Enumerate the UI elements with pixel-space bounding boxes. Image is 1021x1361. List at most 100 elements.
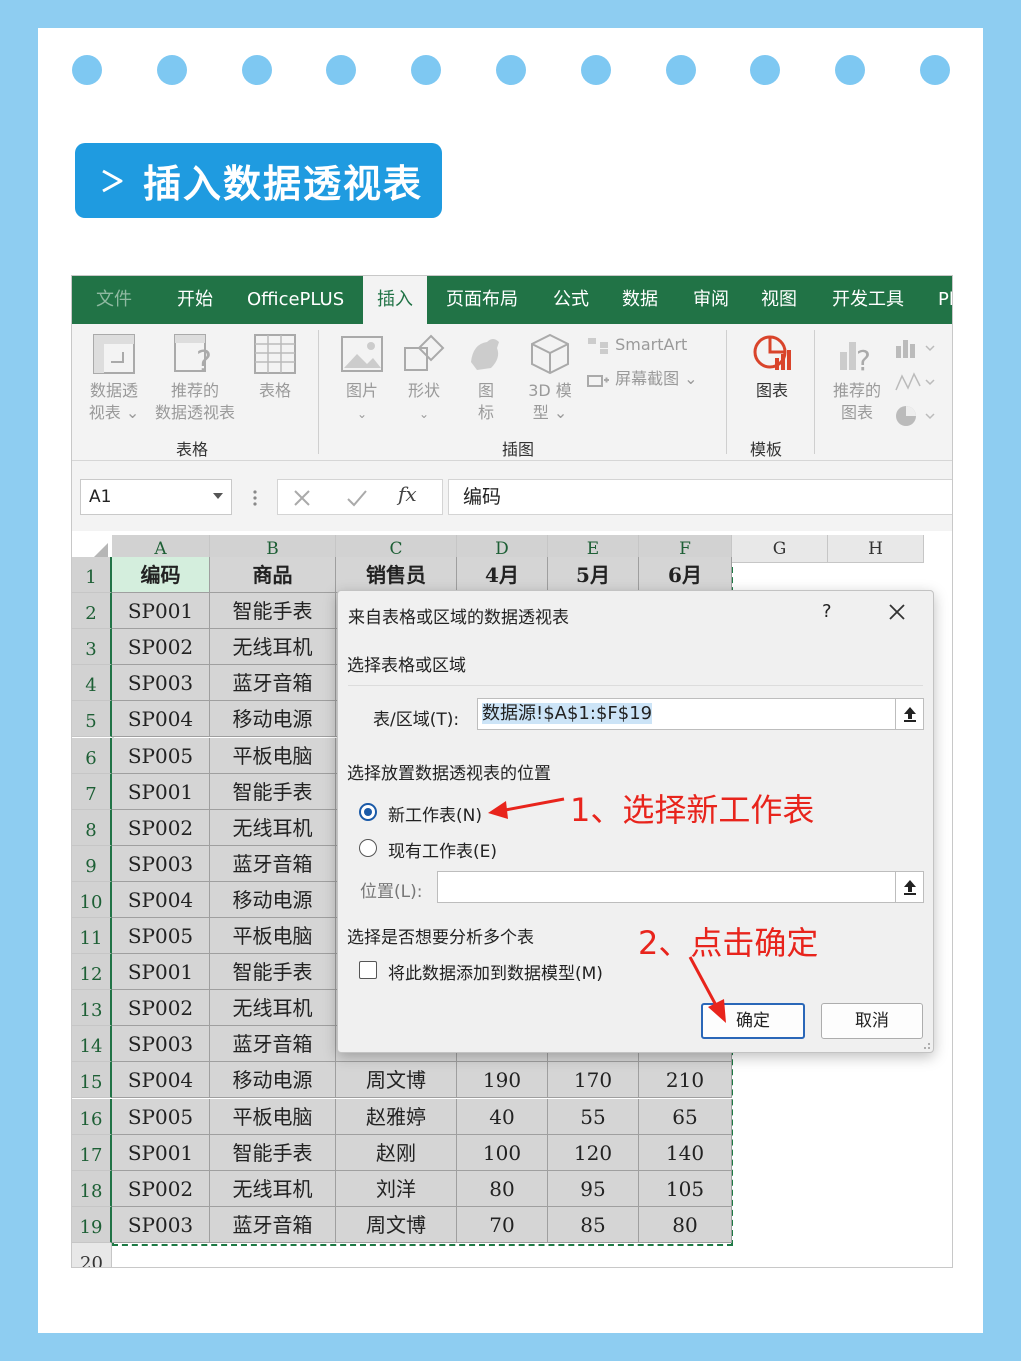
- pivot-table-button[interactable]: 数据透 视表 ⌄: [82, 332, 146, 424]
- row-header[interactable]: 20: [72, 1242, 112, 1267]
- table-cell[interactable]: SP005: [112, 918, 210, 954]
- table-cell[interactable]: 周文博: [336, 1062, 457, 1099]
- tab-formulas[interactable]: 公式: [553, 276, 589, 324]
- table-cell[interactable]: 移动电源: [210, 881, 336, 918]
- tab-developer[interactable]: 开发工具: [832, 276, 904, 324]
- row-header[interactable]: 4: [72, 665, 112, 702]
- tab-data[interactable]: 数据: [622, 276, 658, 324]
- table-cell[interactable]: 80: [639, 1206, 732, 1243]
- cancel-icon[interactable]: [292, 488, 312, 508]
- table-cell[interactable]: 140: [639, 1134, 732, 1171]
- resize-grip-icon[interactable]: [919, 1038, 931, 1050]
- table-cell[interactable]: 智能手表: [210, 773, 336, 810]
- table-cell[interactable]: 蓝牙音箱: [210, 1026, 336, 1063]
- add-to-data-model-label[interactable]: 将此数据添加到数据模型(M): [388, 959, 603, 984]
- table-cell[interactable]: SP001: [112, 954, 210, 991]
- row-header[interactable]: 10: [72, 881, 112, 918]
- screenshot-button[interactable]: 屏幕截图 ⌄: [586, 368, 706, 390]
- pie-chart-icon[interactable]: [894, 404, 938, 428]
- tab-officeplus[interactable]: OfficePLUS: [247, 276, 344, 324]
- tab-view[interactable]: 视图: [761, 276, 797, 324]
- table-cell[interactable]: 65: [639, 1098, 732, 1135]
- table-cell[interactable]: 智能手表: [210, 954, 336, 991]
- row-header[interactable]: 17: [72, 1134, 112, 1171]
- row-header[interactable]: 2: [72, 593, 112, 630]
- scatter-chart-icon[interactable]: [894, 370, 938, 394]
- icons-button[interactable]: 图 标: [458, 332, 514, 424]
- table-cell[interactable]: SP002: [112, 1170, 210, 1207]
- row-header[interactable]: 7: [72, 773, 112, 810]
- row-header[interactable]: 13: [72, 990, 112, 1027]
- table-cell[interactable]: 170: [548, 1062, 639, 1099]
- table-cell[interactable]: 无线耳机: [210, 990, 336, 1027]
- tab-review[interactable]: 审阅: [693, 276, 729, 324]
- header-cell[interactable]: 编码: [112, 557, 210, 593]
- table-cell[interactable]: SP001: [112, 773, 210, 810]
- row-header[interactable]: 3: [72, 629, 112, 666]
- recommended-charts-button[interactable]: ? 推荐的 图表: [824, 332, 890, 424]
- cancel-button[interactable]: 取消: [821, 1003, 923, 1039]
- table-cell[interactable]: 40: [457, 1098, 548, 1135]
- row-header[interactable]: 12: [72, 954, 112, 991]
- table-cell[interactable]: 85: [548, 1206, 639, 1243]
- tab-page-layout[interactable]: 页面布局: [446, 276, 518, 324]
- col-header-g[interactable]: G: [732, 535, 828, 563]
- existing-sheet-label[interactable]: 现有工作表(E): [388, 837, 497, 862]
- header-cell[interactable]: 销售员: [336, 557, 457, 593]
- table-cell[interactable]: SP002: [112, 809, 210, 846]
- tab-insert[interactable]: 插入: [363, 276, 427, 325]
- row-header[interactable]: 14: [72, 1026, 112, 1063]
- header-cell[interactable]: 商品: [210, 557, 336, 593]
- table-cell[interactable]: SP003: [112, 1206, 210, 1243]
- table-cell[interactable]: SP005: [112, 737, 210, 774]
- row-header[interactable]: 1: [72, 557, 112, 593]
- table-cell[interactable]: SP003: [112, 665, 210, 702]
- table-cell[interactable]: 赵雅婷: [336, 1098, 457, 1135]
- table-cell[interactable]: 105: [639, 1170, 732, 1207]
- close-icon[interactable]: [886, 601, 908, 623]
- table-button[interactable]: 表格: [248, 332, 302, 402]
- add-to-data-model-checkbox[interactable]: [359, 961, 377, 979]
- row-header[interactable]: 19: [72, 1206, 112, 1243]
- name-box[interactable]: A1: [80, 479, 232, 515]
- table-cell[interactable]: 无线耳机: [210, 809, 336, 846]
- row-header[interactable]: 16: [72, 1098, 112, 1135]
- header-cell[interactable]: 6月: [639, 557, 732, 593]
- row-header[interactable]: 8: [72, 809, 112, 846]
- row-header[interactable]: 9: [72, 845, 112, 882]
- table-cell[interactable]: 55: [548, 1098, 639, 1135]
- shapes-button[interactable]: 形状 ⌄: [396, 332, 452, 425]
- table-cell[interactable]: SP004: [112, 881, 210, 918]
- table-cell[interactable]: 赵刚: [336, 1134, 457, 1171]
- row-header[interactable]: 11: [72, 918, 112, 954]
- table-cell[interactable]: SP002: [112, 629, 210, 666]
- table-cell[interactable]: SP001: [112, 593, 210, 630]
- table-cell[interactable]: 无线耳机: [210, 629, 336, 666]
- 3d-model-button[interactable]: 3D 模 型 ⌄: [518, 332, 582, 424]
- row-header[interactable]: 15: [72, 1062, 112, 1099]
- charts-button[interactable]: 图表: [740, 332, 804, 402]
- tab-home[interactable]: 开始: [177, 276, 213, 324]
- table-cell[interactable]: 120: [548, 1134, 639, 1171]
- table-cell[interactable]: 100: [457, 1134, 548, 1171]
- location-picker-button[interactable]: [895, 872, 923, 902]
- table-cell[interactable]: 移动电源: [210, 701, 336, 738]
- row-header[interactable]: 18: [72, 1170, 112, 1207]
- table-cell[interactable]: 蓝牙音箱: [210, 845, 336, 882]
- table-cell[interactable]: 平板电脑: [210, 918, 336, 954]
- table-cell[interactable]: 周文博: [336, 1206, 457, 1243]
- table-cell[interactable]: 80: [457, 1170, 548, 1207]
- column-chart-icon[interactable]: [894, 336, 938, 360]
- table-cell[interactable]: SP004: [112, 1062, 210, 1099]
- formula-input[interactable]: 编码: [448, 479, 952, 515]
- smartart-button[interactable]: SmartArt: [586, 334, 696, 356]
- table-cell[interactable]: 190: [457, 1062, 548, 1099]
- table-cell[interactable]: 智能手表: [210, 593, 336, 630]
- table-cell[interactable]: 平板电脑: [210, 1098, 336, 1135]
- table-cell[interactable]: SP002: [112, 990, 210, 1027]
- header-cell[interactable]: 4月: [457, 557, 548, 593]
- table-cell[interactable]: 蓝牙音箱: [210, 1206, 336, 1243]
- table-cell[interactable]: SP005: [112, 1098, 210, 1135]
- header-cell[interactable]: 5月: [548, 557, 639, 593]
- table-cell[interactable]: SP003: [112, 845, 210, 882]
